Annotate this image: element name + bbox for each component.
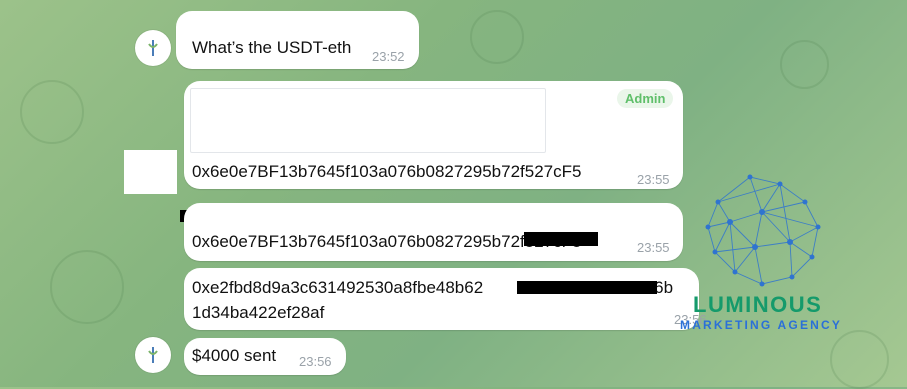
message-text-line1: 0xe2fbd8d9a3c631492530a8fbe48b62 bbox=[192, 278, 484, 297]
background-pattern-circle bbox=[50, 250, 124, 324]
message-text-line2: 1d34ba422ef28af bbox=[192, 303, 325, 322]
redaction-bar bbox=[524, 232, 598, 246]
message-time: 23:52 bbox=[372, 49, 405, 64]
watermark-title: LUMINOUS bbox=[693, 292, 823, 317]
avatar-icon bbox=[148, 40, 158, 56]
background-pattern-circle bbox=[780, 40, 829, 89]
background-pattern-circle bbox=[20, 80, 84, 144]
luminous-network-logo-icon bbox=[705, 174, 821, 287]
message-time: 23:55 bbox=[637, 172, 670, 187]
avatar-placeholder bbox=[124, 150, 177, 194]
background-pattern-circle bbox=[470, 10, 524, 64]
message-text: 0x6e0e7BF13b7645f103a076b0827295b72f527c… bbox=[192, 162, 582, 181]
message-bubble[interactable]: What’s the USDT-eth 23:52 bbox=[176, 11, 419, 69]
admin-badge: Admin bbox=[617, 89, 674, 108]
message-bubble[interactable]: $4000 sent 23:56 bbox=[184, 338, 346, 375]
watermark-subtitle: MARKETING AGENCY bbox=[680, 318, 843, 332]
message-media-placeholder[interactable] bbox=[190, 88, 546, 153]
message-time: 23:55 bbox=[637, 240, 670, 255]
redaction-bar bbox=[517, 281, 657, 294]
background-pattern-circle bbox=[830, 330, 889, 389]
avatar-icon bbox=[148, 347, 158, 363]
message-text: $4000 sent bbox=[192, 346, 277, 365]
message-bubble[interactable]: 0x6e0e7BF13b7645f103a076b0827295b72f527c… bbox=[184, 203, 683, 261]
user-avatar[interactable] bbox=[135, 337, 171, 373]
message-time: 23:56 bbox=[299, 354, 332, 369]
message-text: What’s the USDT-eth bbox=[192, 38, 352, 57]
message-bubble[interactable]: 0xe2fbd8d9a3c631492530a8fbe48b62 fac26b … bbox=[184, 268, 707, 330]
user-avatar[interactable] bbox=[135, 30, 171, 66]
message-bubble[interactable]: Admin 0x6e0e7BF13b7645f103a076b0827295b7… bbox=[184, 81, 683, 189]
